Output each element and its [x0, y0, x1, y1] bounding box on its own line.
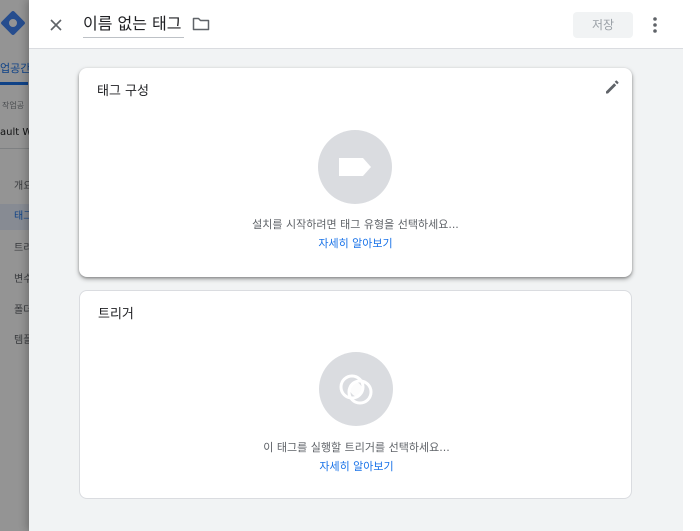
trigger-icon [339, 374, 373, 405]
window-right-edge [683, 0, 700, 531]
save-button[interactable]: 저장 [573, 12, 633, 38]
tag-configuration-card[interactable]: 태그 구성 설치를 시작하려면 태그 유형을 선택하세요... 자세히 알아보기 [79, 68, 632, 277]
tag-configuration-learn-more-link[interactable]: 자세히 알아보기 [79, 235, 632, 251]
folder-icon[interactable] [192, 16, 210, 32]
tag-name-field[interactable]: 이름 없는 태그 [83, 10, 184, 38]
tag-type-placeholder[interactable] [318, 130, 392, 204]
tag-icon [339, 158, 371, 176]
pencil-icon[interactable] [603, 78, 621, 96]
more-options-button[interactable] [645, 14, 665, 36]
trigger-learn-more-link[interactable]: 자세히 알아보기 [80, 458, 633, 474]
close-button[interactable] [44, 13, 68, 37]
tag-configuration-title: 태그 구성 [97, 84, 149, 99]
trigger-hint: 이 태그를 실행할 트리거를 선택하세요... [263, 441, 450, 454]
trigger-card[interactable]: 트리거 이 태그를 실행할 트리거를 선택하세요... 자세히 알아보기 [79, 290, 632, 499]
trigger-title: 트리거 [98, 307, 134, 322]
trigger-placeholder[interactable] [319, 352, 393, 426]
more-vert-icon [653, 17, 657, 33]
tag-configuration-hint: 설치를 시작하려면 태그 유형을 선택하세요... [252, 218, 459, 231]
tag-editor-panel: 이름 없는 태그 저장 태그 구성 설치를 시작하려면 태그 유형을 선택하세요… [29, 0, 683, 531]
panel-header: 이름 없는 태그 저장 [29, 0, 683, 49]
close-icon [50, 19, 62, 31]
